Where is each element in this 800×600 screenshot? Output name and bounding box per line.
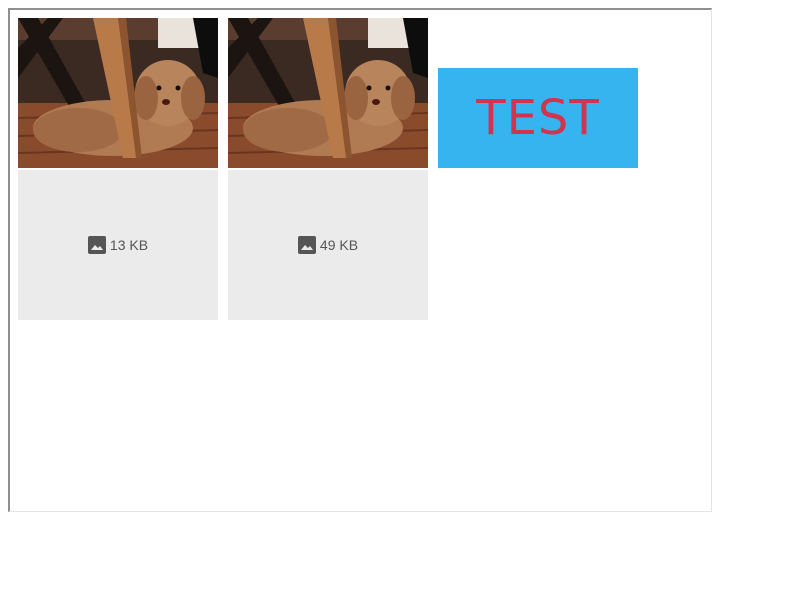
puppy-photo-image xyxy=(18,18,218,168)
puppy-photo-image xyxy=(228,18,428,168)
image-placeholder-content: 49 KB xyxy=(297,236,359,254)
image-placeholder[interactable]: 13 KB xyxy=(18,170,218,320)
puppy-photo[interactable] xyxy=(228,18,428,168)
content-frame: TEST 13 KB 49 KB xyxy=(8,8,712,512)
file-size-label: 49 KB xyxy=(319,237,359,253)
image-icon xyxy=(297,236,316,254)
test-banner: TEST xyxy=(438,68,638,168)
puppy-photo[interactable] xyxy=(18,18,218,168)
test-banner-text: TEST xyxy=(476,90,600,146)
image-placeholder-content: 13 KB xyxy=(87,236,149,254)
file-size-label: 13 KB xyxy=(109,237,149,253)
image-icon xyxy=(87,236,106,254)
image-placeholder[interactable]: 49 KB xyxy=(228,170,428,320)
